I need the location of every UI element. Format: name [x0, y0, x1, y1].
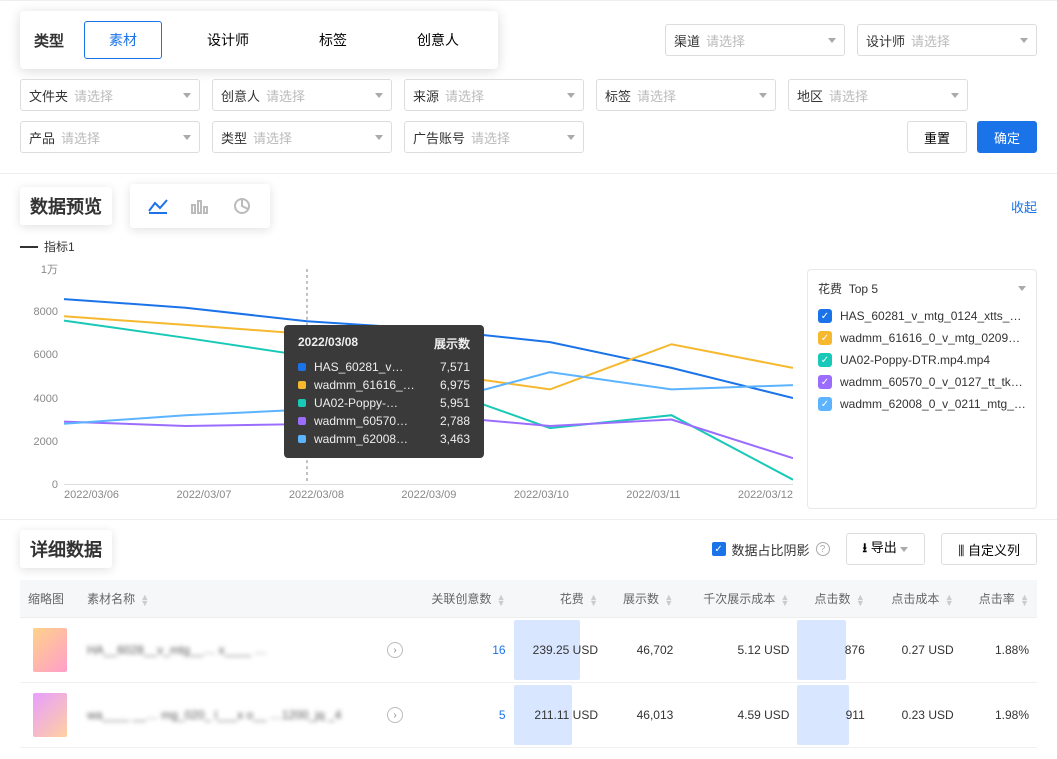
tab-designer[interactable]: 设计师	[182, 21, 274, 59]
bar-chart-icon[interactable]	[186, 192, 214, 220]
文件夹-select[interactable]: 文件夹 请选择	[20, 79, 200, 111]
col-header[interactable]: 缩略图	[20, 580, 79, 618]
custom-columns-button[interactable]: ⫼ 自定义列	[941, 533, 1037, 565]
confirm-button[interactable]: 确定	[977, 121, 1037, 153]
preview-section: 数据预览 收起 指标1 020004000600080001万 2022/	[0, 173, 1057, 519]
chart-canvas[interactable]: 020004000600080001万 2022/03/08 展示数 HAS_6…	[20, 269, 793, 509]
chart-tooltip: 2022/03/08 展示数 HAS_60281_v…7,571wadmm_61…	[284, 325, 484, 458]
detail-table: 缩略图 素材名称 ▲▼关联创意数 ▲▼花费 ▲▼展示数 ▲▼千次展示成本 ▲▼点…	[20, 580, 1037, 748]
type-label: 类型	[34, 30, 64, 51]
table-row: HA__6028__v_mtg__… x____ …› 16 239.25 US…	[20, 618, 1037, 683]
preview-title: 数据预览	[20, 187, 112, 225]
detail-arrow-icon[interactable]: ›	[387, 642, 403, 658]
chevron-down-icon	[183, 93, 191, 98]
reset-button[interactable]: 重置	[907, 121, 967, 153]
ratio-shadow-toggle[interactable]: ✓ 数据占比阴影 ?	[712, 540, 830, 559]
legend-metric: 指标1	[20, 238, 1037, 255]
channel-select[interactable]: 渠道 请选择	[665, 24, 845, 56]
legend-panel: 花费 Top 5 ✓ HAS_60281_v_mtg_0124_xtts_kr_…	[807, 269, 1037, 509]
标签-select[interactable]: 标签 请选择	[596, 79, 776, 111]
chevron-down-icon	[183, 135, 191, 140]
广告账号-select[interactable]: 广告账号 请选择	[404, 121, 584, 153]
col-header[interactable]: 展示数 ▲▼	[606, 580, 681, 618]
chevron-down-icon	[759, 93, 767, 98]
export-button[interactable]: ⭳ 导出	[846, 533, 926, 565]
col-header[interactable]: 点击数 ▲▼	[797, 580, 872, 618]
col-header[interactable]: 花费 ▲▼	[514, 580, 606, 618]
type-tab-group: 类型 素材 设计师 标签 创意人	[20, 11, 498, 69]
col-header[interactable]: 点击率 ▲▼	[962, 580, 1037, 618]
info-icon[interactable]: ?	[816, 542, 830, 556]
tab-tag[interactable]: 标签	[294, 21, 372, 59]
creative-count-link[interactable]: 5	[499, 708, 506, 722]
designer-select[interactable]: 设计师 请选择	[857, 24, 1037, 56]
legend-item[interactable]: ✓ wadmm_60570_0_v_0127_tt_tkszj_…	[818, 371, 1026, 393]
legend-item[interactable]: ✓ UA02-Poppy-DTR.mp4.mp4	[818, 349, 1026, 371]
creative-count-link[interactable]: 16	[492, 643, 505, 657]
chevron-down-icon	[375, 93, 383, 98]
chevron-down-icon	[828, 38, 836, 43]
创意人-select[interactable]: 创意人 请选择	[212, 79, 392, 111]
detail-section: 详细数据 ✓ 数据占比阴影 ? ⭳ 导出 ⫼ 自定义列 缩略图 素材名称 ▲▼关…	[0, 519, 1057, 758]
产品-select[interactable]: 产品 请选择	[20, 121, 200, 153]
detail-title: 详细数据	[20, 530, 112, 568]
chevron-down-icon	[951, 93, 959, 98]
来源-select[interactable]: 来源 请选择	[404, 79, 584, 111]
chevron-down-icon[interactable]	[1018, 286, 1026, 291]
legend-item[interactable]: ✓ wadmm_62008_0_v_0211_mtg_gyy…	[818, 393, 1026, 415]
chevron-down-icon	[567, 135, 575, 140]
thumbnail[interactable]	[33, 693, 67, 737]
tab-creative[interactable]: 创意人	[392, 21, 484, 59]
col-header[interactable]: 素材名称 ▲▼	[79, 580, 411, 618]
tab-material[interactable]: 素材	[84, 21, 162, 59]
pie-chart-icon[interactable]	[228, 192, 256, 220]
line-chart-icon[interactable]	[144, 192, 172, 220]
col-header[interactable]: 千次展示成本 ▲▼	[681, 580, 797, 618]
chevron-down-icon	[375, 135, 383, 140]
chevron-down-icon	[900, 547, 908, 552]
类型-select[interactable]: 类型 请选择	[212, 121, 392, 153]
chart-type-group	[130, 184, 270, 228]
chevron-down-icon	[1020, 38, 1028, 43]
detail-arrow-icon[interactable]: ›	[387, 707, 403, 723]
legend-item[interactable]: ✓ HAS_60281_v_mtg_0124_xtts_kr_7…	[818, 305, 1026, 327]
thumbnail[interactable]	[33, 628, 67, 672]
chevron-down-icon	[567, 93, 575, 98]
col-header[interactable]: 关联创意数 ▲▼	[411, 580, 514, 618]
col-header[interactable]: 点击成本 ▲▼	[873, 580, 962, 618]
table-row: wa____ __… mg_020_ l___x o__ …1200_jq _4…	[20, 683, 1037, 748]
collapse-link[interactable]: 收起	[1011, 197, 1037, 216]
filters-section: 类型 素材 设计师 标签 创意人 渠道 请选择 设计师 请选择 文件夹 请选择 …	[0, 0, 1057, 173]
legend-item[interactable]: ✓ wadmm_61616_0_v_mtg_0209_lpb…	[818, 327, 1026, 349]
地区-select[interactable]: 地区 请选择	[788, 79, 968, 111]
